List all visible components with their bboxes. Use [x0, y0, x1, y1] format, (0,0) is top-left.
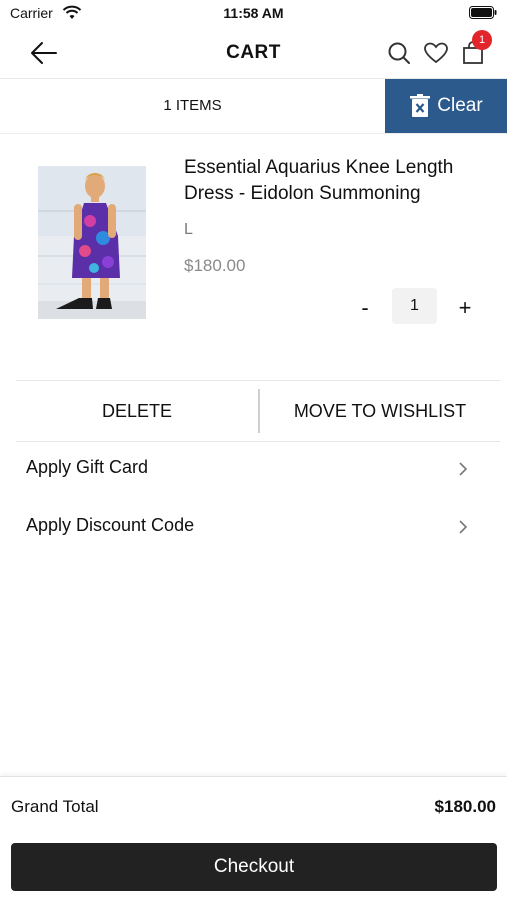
- items-bar: 1 ITEMS Clear: [0, 79, 507, 134]
- clear-label: Clear: [437, 95, 483, 116]
- apply-gift-card-row[interactable]: Apply Gift Card: [26, 449, 474, 489]
- checkout-button[interactable]: Checkout: [11, 843, 497, 891]
- cart-count-badge: 1: [472, 30, 492, 50]
- chevron-right-icon: [459, 462, 468, 476]
- quantity-decrease-button[interactable]: -: [352, 293, 378, 323]
- nav-bar: CART 1: [0, 28, 507, 79]
- grand-total-label: Grand Total: [11, 797, 99, 816]
- move-to-wishlist-button[interactable]: MOVE TO WISHLIST: [260, 381, 500, 441]
- heart-icon[interactable]: [423, 40, 449, 66]
- cart-item: Essential Aquarius Knee Length Dress - E…: [0, 133, 507, 380]
- apply-discount-code-row[interactable]: Apply Discount Code: [26, 507, 474, 547]
- gift-card-label: Apply Gift Card: [26, 457, 149, 477]
- trash-icon: [410, 94, 431, 117]
- cart-footer: Grand Total $180.00 Checkout: [0, 776, 507, 900]
- chevron-right-icon: [459, 520, 468, 534]
- items-count: 1 ITEMS: [163, 97, 222, 114]
- search-icon[interactable]: [386, 40, 412, 66]
- product-image[interactable]: [38, 166, 146, 319]
- discount-code-label: Apply Discount Code: [26, 515, 195, 535]
- product-price: $180.00: [184, 256, 246, 275]
- cart-screen: Carrier 11:58 AM CART 1 1 ITEMS Clear Es…: [0, 0, 507, 900]
- grand-total-value: $180.00: [434, 797, 496, 816]
- delete-button[interactable]: DELETE: [16, 381, 258, 441]
- product-size: L: [184, 221, 193, 238]
- battery-icon: [469, 6, 497, 19]
- product-name[interactable]: Essential Aquarius Knee Length Dress - E…: [184, 155, 484, 207]
- quantity-value: 1: [392, 288, 437, 324]
- item-actions: DELETE MOVE TO WISHLIST: [16, 380, 500, 442]
- status-bar: Carrier 11:58 AM: [0, 0, 507, 28]
- clear-cart-button[interactable]: Clear: [385, 79, 507, 133]
- quantity-increase-button[interactable]: +: [452, 293, 478, 323]
- status-time: 11:58 AM: [223, 5, 284, 21]
